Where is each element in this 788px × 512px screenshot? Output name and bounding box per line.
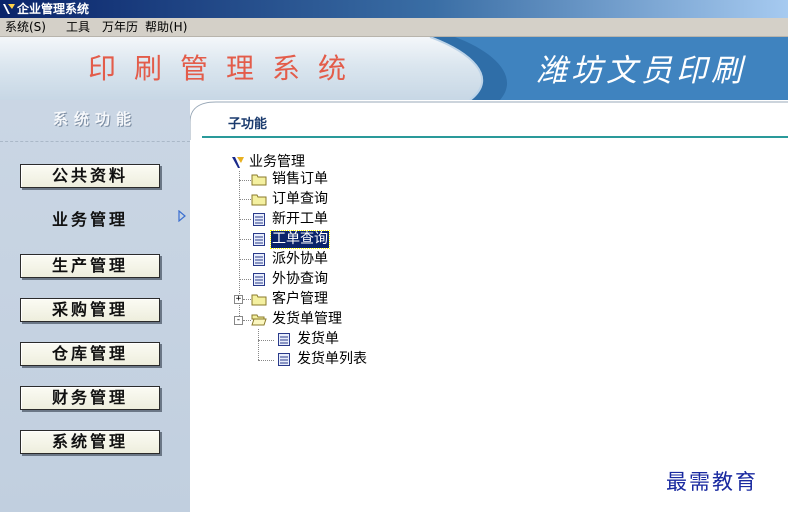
banner-system-title: 印刷管理系统 <box>88 52 365 85</box>
tree-item-selected-label: 工单查询 <box>270 230 330 249</box>
tree-root-business[interactable]: 业务管理 <box>231 154 341 171</box>
tree-item-customer-management[interactable]: 客户管理 <box>251 291 361 308</box>
tree-item-delivery-list[interactable]: 发货单列表 <box>276 351 396 368</box>
nav-button-finance[interactable]: 财务管理 <box>20 386 160 410</box>
tree-item-order-query[interactable]: 订单查询 <box>251 191 361 208</box>
nav-button-production[interactable]: 生产管理 <box>20 254 160 278</box>
app-logo-icon <box>3 4 15 14</box>
banner: 印刷管理系统 潍坊文员印刷 <box>0 37 788 100</box>
document-icon <box>253 213 265 226</box>
folder-icon <box>251 174 267 186</box>
nav-button-warehouse[interactable]: 仓库管理 <box>20 342 160 366</box>
tree-item-delivery-management[interactable]: 发货单管理 <box>251 311 381 328</box>
sidebar: 系统功能 公共资料 业务管理 生产管理 采购管理 仓库管理 财务管理 系统管理 <box>0 100 190 512</box>
tree-item-outsource-dispatch[interactable]: 派外协单 <box>251 251 361 268</box>
document-icon <box>253 273 265 286</box>
document-icon <box>278 353 290 366</box>
folder-icon <box>251 294 267 306</box>
menu-help[interactable]: 帮助(H) <box>143 18 189 37</box>
collapse-toggle-delivery[interactable]: - <box>234 316 243 325</box>
tree-root-label: 业务管理 <box>249 154 305 170</box>
business-root-icon <box>232 157 244 168</box>
menu-system[interactable]: 系统(S) <box>3 18 48 37</box>
title-bar[interactable]: 企业管理系统 <box>0 0 788 18</box>
panel-tab-label: 子功能 <box>228 117 268 132</box>
banner-company-title: 潍坊文员印刷 <box>536 53 746 89</box>
tree-item-new-work-order[interactable]: 新开工单 <box>251 211 361 228</box>
active-item-arrow-icon <box>178 210 186 222</box>
nav-button-system[interactable]: 系统管理 <box>20 430 160 454</box>
tree-item-work-order-query[interactable]: 工单查询 <box>251 230 361 249</box>
sidebar-header: 系统功能 <box>0 100 190 142</box>
folder-icon <box>251 194 267 206</box>
menu-calendar[interactable]: 万年历 <box>100 18 140 37</box>
document-icon <box>253 253 265 266</box>
nav-button-public-data[interactable]: 公共资料 <box>20 164 160 188</box>
tree-item-outsource-query[interactable]: 外协查询 <box>251 271 361 288</box>
nav-button-business[interactable]: 业务管理 <box>20 208 160 232</box>
menu-bar: 系统(S) 工具 万年历 帮助(H) <box>0 18 788 37</box>
window-title: 企业管理系统 <box>17 2 90 16</box>
panel-tab-header <box>190 101 788 140</box>
expand-toggle-customer[interactable]: + <box>234 295 243 304</box>
folder-open-icon <box>251 314 267 326</box>
menu-tools[interactable]: 工具 <box>64 18 92 37</box>
watermark-text: 最需教育 <box>666 470 758 494</box>
document-icon <box>253 233 265 246</box>
nav-button-purchasing[interactable]: 采购管理 <box>20 298 160 322</box>
document-icon <box>278 333 290 346</box>
tree-item-sales-order[interactable]: 销售订单 <box>251 171 361 188</box>
tree-item-delivery-note[interactable]: 发货单 <box>276 331 376 348</box>
